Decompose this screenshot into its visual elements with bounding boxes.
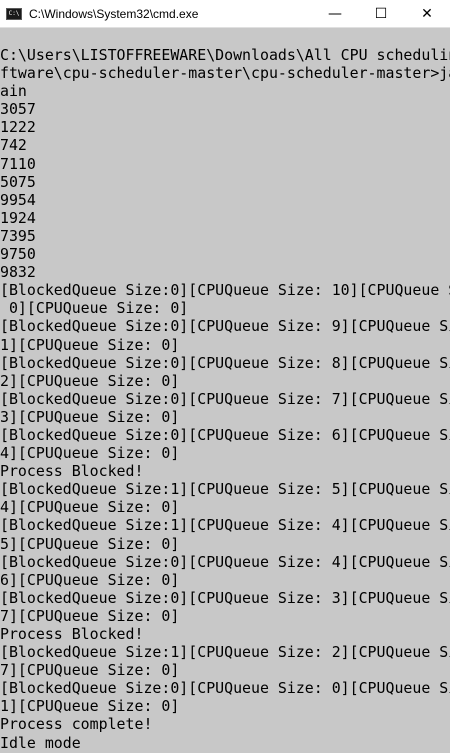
console-line: [BlockedQueue Size:1][CPUQueue Size: 2][…: [0, 643, 450, 662]
console-line: 4][CPUQueue Size: 0]: [0, 444, 180, 463]
console-line: 5][CPUQueue Size: 0]: [0, 534, 180, 553]
console-line: 1222: [0, 118, 36, 137]
console-line: Process complete!: [0, 715, 153, 734]
console-line: 2][CPUQueue Size: 0]: [0, 371, 180, 390]
console-line: ain: [0, 82, 27, 101]
maximize-button[interactable]: ☐: [358, 0, 404, 28]
console-line: 7][CPUQueue Size: 0]: [0, 606, 180, 625]
window-title: C:\Windows\System32\cmd.exe: [29, 6, 199, 21]
console-line: [BlockedQueue Size:0][CPUQueue Size: 8][…: [0, 353, 450, 372]
cmd-app-icon[interactable]: C:\: [6, 7, 22, 20]
console-line: 9832: [0, 263, 36, 282]
console-line: 9954: [0, 190, 36, 209]
console-line: 1924: [0, 208, 36, 227]
minimize-button[interactable]: —: [312, 0, 358, 28]
console-line: 0][CPUQueue Size: 0]: [0, 299, 189, 318]
console-line: 4][CPUQueue Size: 0]: [0, 498, 180, 517]
console-line: [BlockedQueue Size:1][CPUQueue Size: 4][…: [0, 516, 450, 535]
console-line: [BlockedQueue Size:0][CPUQueue Size: 4][…: [0, 552, 450, 571]
console-line: 6][CPUQueue Size: 0]: [0, 570, 180, 589]
console-line: 5075: [0, 172, 36, 191]
console-line: [BlockedQueue Size:0][CPUQueue Size: 3][…: [0, 588, 450, 607]
console-line: 1][CPUQueue Size: 0]: [0, 335, 180, 354]
cmd-window: C:\ C:\Windows\System32\cmd.exe — ☐ ✕ C:…: [0, 0, 450, 753]
console-line: 742: [0, 136, 27, 155]
console-output[interactable]: C:\Users\LISTOFFREEWARE\Downloads\All CP…: [0, 46, 450, 753]
title-bar[interactable]: C:\ C:\Windows\System32\cmd.exe — ☐ ✕: [0, 0, 450, 28]
console-line: 3057: [0, 100, 36, 119]
console-line: 7395: [0, 226, 36, 245]
window-controls: — ☐ ✕: [312, 0, 450, 28]
console-line: C:\Users\LISTOFFREEWARE\Downloads\All CP…: [0, 46, 450, 64]
console-line: [BlockedQueue Size:0][CPUQueue Size: 7][…: [0, 389, 450, 408]
console-line: 1][CPUQueue Size: 0]: [0, 697, 180, 716]
console-line: 9750: [0, 245, 36, 264]
console-line: 7110: [0, 154, 36, 173]
console-line: [BlockedQueue Size:0][CPUQueue Size: 0][…: [0, 679, 450, 698]
console-line: 3][CPUQueue Size: 0]: [0, 407, 180, 426]
console-line: 7][CPUQueue Size: 0]: [0, 661, 180, 680]
console-line: [BlockedQueue Size:1][CPUQueue Size: 5][…: [0, 480, 450, 499]
console-line: ftware\cpu-scheduler-master\cpu-schedule…: [0, 64, 450, 83]
console-line: [BlockedQueue Size:0][CPUQueue Size: 9][…: [0, 317, 450, 336]
console-line: [BlockedQueue Size:0][CPUQueue Size: 10]…: [0, 281, 450, 300]
console-line: Idle mode: [0, 733, 81, 752]
close-button[interactable]: ✕: [404, 0, 450, 28]
console-line: Process Blocked!: [0, 462, 144, 481]
console-line: Process Blocked!: [0, 625, 144, 643]
console-line: [BlockedQueue Size:0][CPUQueue Size: 6][…: [0, 425, 450, 444]
